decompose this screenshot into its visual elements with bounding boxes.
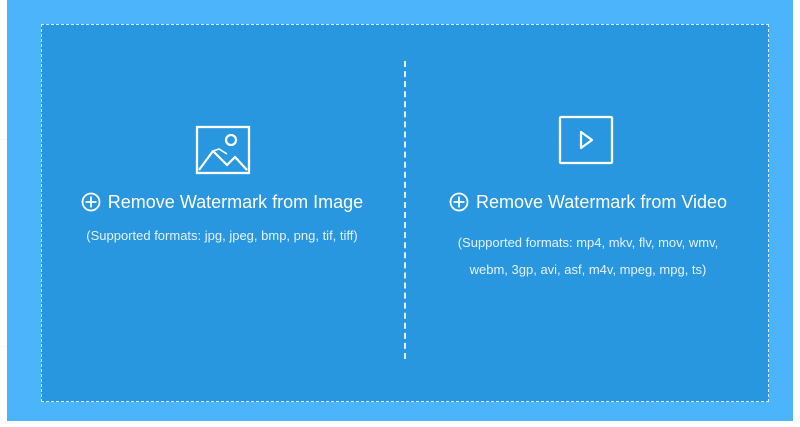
upload-page: Remove Watermark from Image (Supported f… <box>0 0 800 427</box>
remove-watermark-video-title: Remove Watermark from Video <box>408 190 768 214</box>
options-divider <box>404 61 406 359</box>
image-supported-formats: (Supported formats: jpg, jpeg, bmp, png,… <box>86 228 358 243</box>
video-title-text: Remove Watermark from Video <box>475 192 728 212</box>
video-supported-formats: (Supported formats: mp4, mkv, flv, mov, … <box>408 229 768 283</box>
video-formats-line-2: webm, 3gp, avi, asf, m4v, mpeg, mpg, ts) <box>469 262 707 277</box>
upload-image-option[interactable]: Remove Watermark from Image (Supported f… <box>42 25 402 401</box>
video-play-icon <box>558 115 614 165</box>
drop-zone: Remove Watermark from Image (Supported f… <box>41 24 769 402</box>
remove-watermark-image-title: Remove Watermark from Image <box>42 190 402 214</box>
upload-video-option[interactable]: Remove Watermark from Video (Supported f… <box>408 25 768 401</box>
plus-circle-icon <box>81 192 101 212</box>
image-title-text: Remove Watermark from Image <box>107 192 364 212</box>
plus-circle-icon <box>449 192 469 212</box>
video-formats-line-1: (Supported formats: mp4, mkv, flv, mov, … <box>457 235 719 250</box>
upload-panel: Remove Watermark from Image (Supported f… <box>7 0 793 421</box>
image-icon <box>195 125 251 175</box>
